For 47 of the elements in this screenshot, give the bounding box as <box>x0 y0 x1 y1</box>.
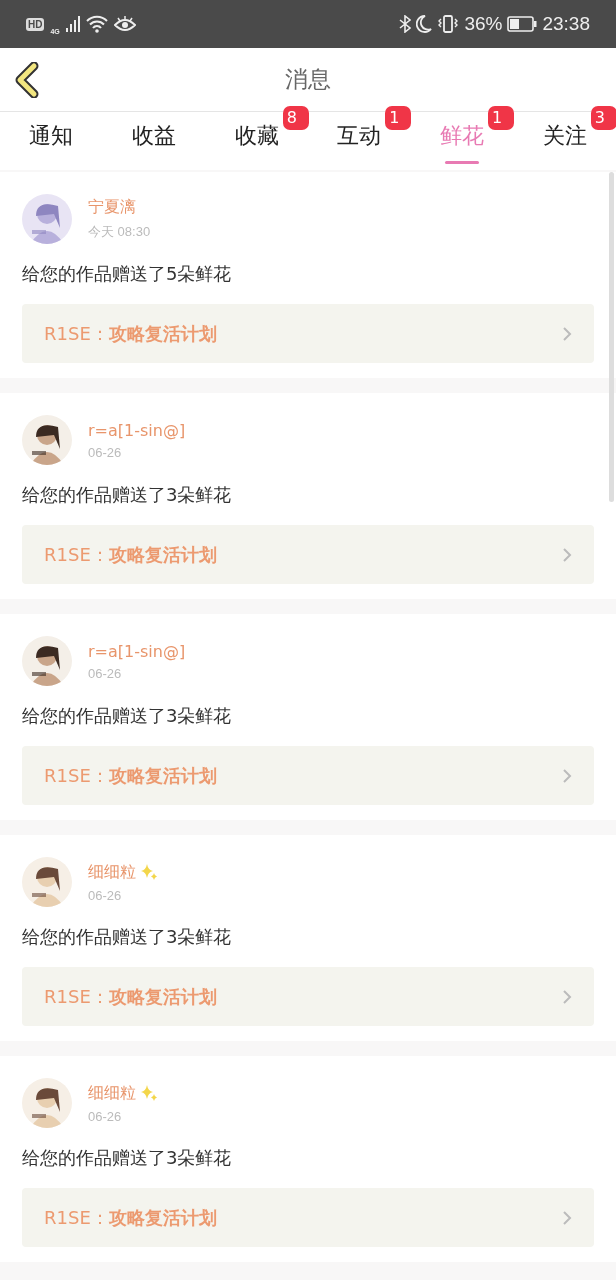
message-text: 给您的作品赠送了3朵鲜花 <box>22 925 233 949</box>
chevron-right-icon <box>562 325 572 342</box>
message-time: 06-26 <box>88 887 123 903</box>
battery-percent: 36% <box>464 13 503 35</box>
page-title: 消息 <box>285 65 331 94</box>
tab-underline <box>445 161 479 164</box>
chevron-right-icon <box>562 767 572 784</box>
chevron-right-icon <box>562 988 572 1005</box>
message-time: 06-26 <box>88 665 123 681</box>
tab[interactable]: 收益 <box>132 112 176 170</box>
bluetooth-icon <box>399 15 412 33</box>
message-text: 给您的作品赠送了5朵鲜花 <box>22 262 233 286</box>
work-link[interactable]: R1SE：攻略复活计划 <box>22 525 594 584</box>
message-text: 给您的作品赠送了3朵鲜花 <box>22 483 233 507</box>
user-name[interactable]: 细细粒 <box>88 1082 136 1104</box>
message-time: 06-26 <box>88 1108 123 1124</box>
user-name[interactable]: 细细粒 <box>88 861 136 883</box>
chevron-right-icon <box>562 1209 572 1226</box>
wifi-icon <box>85 15 108 33</box>
eye-icon <box>113 16 136 32</box>
user-name[interactable]: 宁夏漓 <box>88 197 136 218</box>
chevron-right-icon <box>562 546 572 563</box>
clock: 23:38 <box>542 13 590 35</box>
count-badge: 1 <box>488 106 514 130</box>
tab[interactable]: 收藏 <box>234 112 279 170</box>
tab[interactable]: 互动 <box>337 112 382 170</box>
tab[interactable]: 鲜花 <box>440 112 484 170</box>
count-badge: 8 <box>282 106 309 130</box>
hd-indicator: HD <box>26 17 45 31</box>
message-text: 给您的作品赠送了3朵鲜花 <box>22 1146 233 1170</box>
message-time: 今天 08:30 <box>88 223 151 241</box>
count-badge: 1 <box>385 106 412 130</box>
work-link[interactable]: R1SE：攻略复活计划 <box>22 746 594 805</box>
work-link[interactable]: R1SE：攻略复活计划 <box>22 967 594 1026</box>
work-link[interactable]: R1SE：攻略复活计划 <box>22 304 594 363</box>
message-text: 给您的作品赠送了3朵鲜花 <box>22 704 233 728</box>
tab[interactable]: 通知 <box>29 112 74 170</box>
moon-icon <box>416 15 433 33</box>
tab[interactable]: 关注 <box>542 112 587 170</box>
signal-icon <box>65 16 80 32</box>
vibrate-icon <box>437 15 460 33</box>
count-badge: 3 <box>590 106 616 130</box>
battery-icon <box>507 16 538 32</box>
user-name[interactable]: r=a[1-sin@] <box>88 420 186 440</box>
work-link[interactable]: R1SE：攻略复活计划 <box>22 1188 594 1247</box>
user-name[interactable]: r=a[1-sin@] <box>88 641 186 661</box>
message-time: 06-26 <box>88 444 123 460</box>
